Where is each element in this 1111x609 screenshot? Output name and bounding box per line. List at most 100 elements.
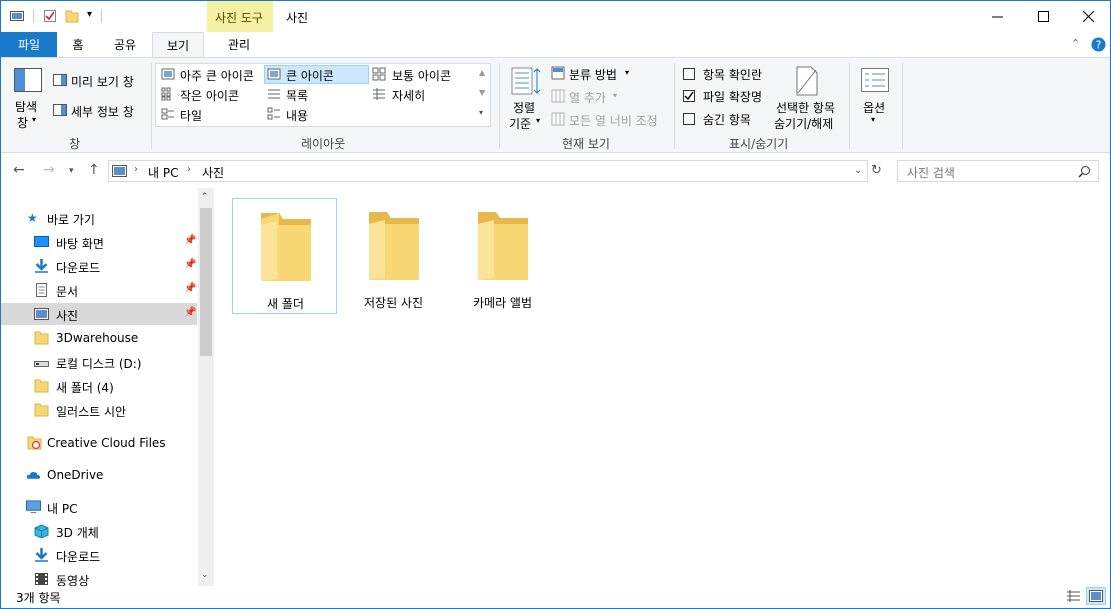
svg-text:?: ? xyxy=(1096,39,1102,52)
address-dropdown-icon[interactable]: ⌄ xyxy=(854,165,862,176)
preview-pane-button[interactable]: 미리 보기 창 xyxy=(71,73,134,90)
customize-qat-icon[interactable]: ▾ xyxy=(87,9,92,20)
gallery-more-icon[interactable]: ▾ xyxy=(479,108,483,117)
nav-this-pc[interactable]: 내 PC xyxy=(1,496,197,518)
status-bar: 3개 항목 xyxy=(1,586,1110,608)
maximize-button[interactable] xyxy=(1020,1,1066,32)
details-view-icon[interactable] xyxy=(1066,589,1081,603)
back-icon[interactable]: ← xyxy=(13,162,25,178)
download-icon xyxy=(35,259,48,273)
nav-item-documents[interactable]: 문서 📌 xyxy=(1,279,197,301)
tab-manage[interactable]: 관리 xyxy=(215,32,263,57)
pictures-icon xyxy=(34,308,49,320)
chevron-down-icon: ▾ xyxy=(32,115,37,124)
nav-quick-access[interactable]: ★ 바로 가기 xyxy=(1,207,197,229)
sort-by-icon xyxy=(511,67,541,95)
layout-extra-large-icons[interactable]: 아주 큰 아이콘 xyxy=(180,67,254,84)
minimize-icon xyxy=(991,16,1003,18)
breadcrumb-separator-icon[interactable]: › xyxy=(187,164,191,175)
new-folder-icon[interactable] xyxy=(65,9,79,23)
pictures-location-icon xyxy=(112,165,127,177)
scroll-up-icon[interactable]: ⌃ xyxy=(201,192,209,202)
nav-item-local-disk-d[interactable]: 로컬 디스크 (D:) xyxy=(1,351,197,373)
refresh-icon[interactable]: ↻ xyxy=(871,163,882,178)
small-icons-icon xyxy=(161,87,171,101)
gallery-scroll-down-icon[interactable]: ▼ xyxy=(479,88,485,97)
search-box[interactable]: 사진 검색 xyxy=(897,160,1099,182)
layout-large-icons[interactable]: 큰 아이콘 xyxy=(286,67,334,84)
gallery-scroll-up-icon[interactable]: ▲ xyxy=(479,68,485,77)
breadcrumb-pictures[interactable]: 사진 xyxy=(202,164,224,181)
nav-creative-cloud[interactable]: Creative Cloud Files xyxy=(1,432,197,454)
layout-tiles[interactable]: 타일 xyxy=(180,107,202,124)
tab-share[interactable]: 공유 xyxy=(105,32,145,57)
navigation-pane-icon xyxy=(14,68,42,92)
collapse-ribbon-icon[interactable]: ⌃ xyxy=(1071,37,1080,50)
nav-item-pc-downloads[interactable]: 다운로드 xyxy=(1,544,197,566)
nav-item-3d-objects[interactable]: 3D 개체 xyxy=(1,520,197,542)
layout-small-icons[interactable]: 작은 아이콘 xyxy=(180,87,239,104)
hide-selected-button[interactable]: 선택한 항목 xyxy=(776,99,835,116)
navigation-pane-button[interactable]: 탐색 xyxy=(15,98,37,115)
help-icon[interactable]: ? xyxy=(1091,37,1106,52)
properties-icon[interactable] xyxy=(43,9,57,23)
file-extensions-checkbox[interactable] xyxy=(683,90,695,102)
nav-item-illustration[interactable]: 일러스트 시안 xyxy=(1,399,197,421)
nav-label: 사진 xyxy=(56,309,79,323)
add-columns-icon xyxy=(551,89,565,103)
forward-icon[interactable]: → xyxy=(43,162,55,178)
nav-item-new-folder-4[interactable]: 새 폴더 (4) xyxy=(1,375,197,397)
scroll-down-icon[interactable]: ⌄ xyxy=(201,570,209,580)
sort-by-button[interactable]: 정렬 xyxy=(513,99,535,116)
large-icons-view-button[interactable] xyxy=(1086,587,1106,605)
contextual-tab-label: 사진 도구 xyxy=(215,11,263,25)
nav-item-3dwarehouse[interactable]: 3Dwarehouse xyxy=(1,327,197,349)
window-icon[interactable] xyxy=(10,9,24,23)
fit-columns-button[interactable]: 모든 열 너비 조정 xyxy=(569,112,658,129)
add-columns-button[interactable]: 열 추가 xyxy=(569,89,606,106)
folder-item[interactable]: 새 폴더 xyxy=(232,198,337,314)
minimize-button[interactable] xyxy=(974,1,1020,32)
search-input[interactable]: 사진 검색 xyxy=(907,164,955,181)
up-icon[interactable]: ↑ xyxy=(88,162,100,178)
layout-list[interactable]: 목록 xyxy=(286,87,308,104)
layout-details[interactable]: 자세히 xyxy=(392,87,425,104)
folder-item[interactable]: 저장된 사진 xyxy=(341,198,446,314)
options-icon xyxy=(861,68,889,92)
tab-view[interactable]: 보기 xyxy=(152,32,204,58)
hidden-items-label: 숨긴 항목 xyxy=(703,113,751,127)
group-separator xyxy=(499,63,500,149)
breadcrumb-separator-icon[interactable]: › xyxy=(134,164,138,175)
checkmark-icon xyxy=(684,91,694,101)
breadcrumb-this-pc[interactable]: 내 PC xyxy=(148,164,178,181)
chevron-down-icon: ▾ xyxy=(625,68,630,77)
nav-label: 바탕 화면 xyxy=(56,237,104,251)
folder-icon xyxy=(34,403,49,417)
nav-label: 다운로드 xyxy=(56,550,101,564)
group-by-button[interactable]: 분류 방법 xyxy=(569,66,617,83)
close-button[interactable] xyxy=(1065,1,1111,32)
nav-scrollbar[interactable]: ⌃ ⌄ xyxy=(198,188,214,586)
file-extensions-label: 파일 확장명 xyxy=(703,90,763,104)
nav-item-pictures[interactable]: 사진 📌 xyxy=(1,303,197,325)
hidden-items-checkbox[interactable] xyxy=(683,113,695,125)
address-bar[interactable]: › 내 PC › 사진 ⌄ xyxy=(108,160,868,182)
folder-name: 카메라 앨범 xyxy=(472,296,532,310)
folder-item[interactable]: 카메라 앨범 xyxy=(450,198,555,314)
item-checkboxes-label: 항목 확인란 xyxy=(703,68,763,82)
tab-file[interactable]: 파일 xyxy=(1,32,57,57)
nav-scroll-thumb[interactable] xyxy=(200,208,212,356)
nav-item-downloads[interactable]: 다운로드 📌 xyxy=(1,255,197,277)
recent-locations-icon[interactable]: ▾ xyxy=(69,166,74,176)
layout-content[interactable]: 내용 xyxy=(286,107,308,124)
item-checkboxes-checkbox[interactable] xyxy=(683,68,695,80)
details-pane-button[interactable]: 세부 정보 창 xyxy=(71,103,134,120)
nav-onedrive[interactable]: OneDrive xyxy=(1,464,197,486)
nav-item-desktop[interactable]: 바탕 화면 📌 xyxy=(1,231,197,253)
folder-icon xyxy=(369,212,419,280)
options-button[interactable]: 옵션 xyxy=(863,99,885,116)
tab-home[interactable]: 홈 xyxy=(61,32,95,57)
folder-name: 새 폴더 xyxy=(267,297,304,311)
layout-medium-icons[interactable]: 보통 아이콘 xyxy=(392,67,451,84)
extra-large-icons-icon xyxy=(161,68,175,80)
